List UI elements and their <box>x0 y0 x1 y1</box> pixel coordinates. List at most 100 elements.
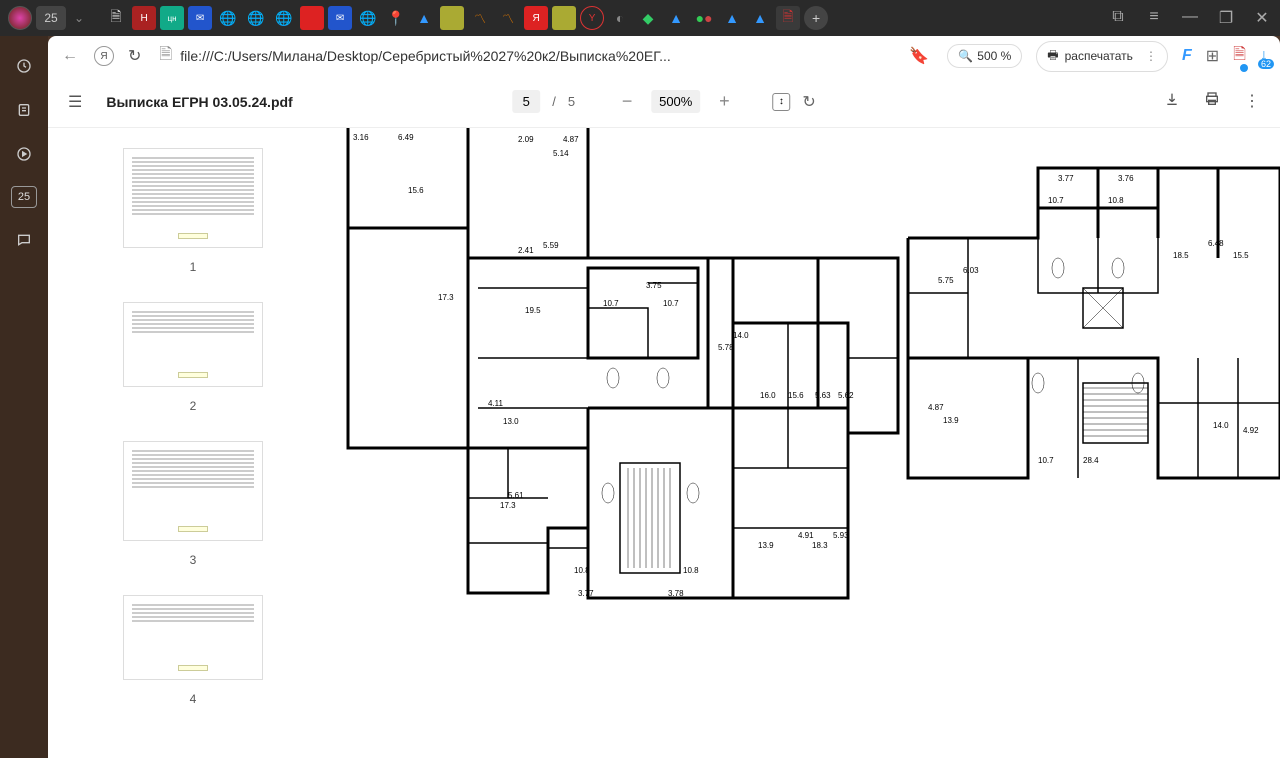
svg-text:2.41: 2.41 <box>518 246 534 255</box>
sidebar-notes-icon[interactable] <box>12 98 36 122</box>
svg-text:4.87: 4.87 <box>928 403 944 412</box>
zoom-out-button[interactable]: − <box>615 91 639 112</box>
zoom-value: 500 % <box>977 49 1011 63</box>
sidebar-tab-count[interactable]: 25 <box>11 186 37 208</box>
svg-text:10.8: 10.8 <box>683 566 699 575</box>
svg-text:18.5: 18.5 <box>1173 251 1189 260</box>
pdf-title: Выписка ЕГРН 03.05.24.pdf <box>106 94 292 110</box>
print-button[interactable]: 🖶 распечатать ⋮ <box>1036 41 1168 72</box>
zoom-indicator[interactable]: 🔍 500 % <box>947 44 1022 68</box>
tab-item[interactable]: ✉ <box>328 6 352 30</box>
svg-text:5.75: 5.75 <box>938 276 954 285</box>
svg-text:5.62: 5.62 <box>838 391 854 400</box>
tab-item[interactable]: Я <box>524 6 548 30</box>
svg-text:15.6: 15.6 <box>408 186 424 195</box>
sidebar-clock-icon[interactable] <box>12 54 36 78</box>
page-thumbnail[interactable] <box>123 441 263 541</box>
kebab-icon[interactable]: ⋮ <box>1145 49 1157 63</box>
svg-text:4.87: 4.87 <box>563 135 579 144</box>
tab-item[interactable]: ◐ <box>608 6 632 30</box>
svg-text:3.76: 3.76 <box>1118 174 1134 183</box>
maximize-button[interactable]: ❐ <box>1216 8 1236 28</box>
page-input[interactable] <box>512 90 540 113</box>
tab-item[interactable]: Y <box>580 6 604 30</box>
tab-item[interactable]: 〽 <box>496 6 520 30</box>
svg-text:17.3: 17.3 <box>500 501 516 510</box>
svg-text:4.92: 4.92 <box>1243 426 1259 435</box>
magnifier-icon: 🔍 <box>958 49 973 63</box>
pdf-page-view[interactable]: 6.49 3.16 2.09 5.14 4.87 2.41 5.59 17.3 … <box>338 128 1280 758</box>
tab-item[interactable]: 〽 <box>468 6 492 30</box>
svg-text:10.7: 10.7 <box>663 299 679 308</box>
tab-item[interactable]: 🌐 <box>356 6 380 30</box>
minimize-button[interactable]: — <box>1180 8 1200 28</box>
zoom-level[interactable]: 500% <box>651 90 700 113</box>
svg-text:2.09: 2.09 <box>518 135 534 144</box>
tab-item[interactable]: 🌐 <box>272 6 296 30</box>
tab-item[interactable]: ●● <box>692 6 716 30</box>
svg-text:3.75: 3.75 <box>646 281 662 290</box>
svg-text:3.16: 3.16 <box>353 133 369 142</box>
extensions-icon[interactable]: ⊞ <box>1206 46 1219 66</box>
tab-item[interactable]: ▲ <box>720 6 744 30</box>
browser-toolbar: ← Я ↻ 🗎 file:///C:/Users/Милана/Desktop/… <box>48 36 1280 76</box>
yandex-home-icon[interactable]: Я <box>94 46 114 66</box>
thumbnail-number: 1 <box>190 260 197 274</box>
tab-item[interactable] <box>300 6 324 30</box>
svg-text:10.7: 10.7 <box>603 299 619 308</box>
tab-dropdown-icon[interactable]: ⌄ <box>70 11 88 25</box>
tab-item[interactable]: цн <box>160 6 184 30</box>
tab-item[interactable]: 🌐 <box>244 6 268 30</box>
pen-icon[interactable]: F <box>1182 47 1192 65</box>
pdf-status-icon[interactable]: 🗎 <box>1233 43 1246 70</box>
page-thumbnail[interactable] <box>123 302 263 387</box>
download-button[interactable] <box>1164 91 1180 112</box>
thumbnail-sidebar[interactable]: 1 2 3 4 <box>48 128 338 758</box>
overlay-icon[interactable]: ⧉ <box>1108 8 1128 28</box>
svg-text:13.9: 13.9 <box>943 416 959 425</box>
svg-text:10.7: 10.7 <box>1038 456 1054 465</box>
tab-item[interactable] <box>552 6 576 30</box>
tab-item[interactable]: ◆ <box>636 6 660 30</box>
page-thumbnail[interactable] <box>123 148 263 248</box>
svg-text:15.5: 15.5 <box>1233 251 1249 260</box>
profile-avatar[interactable] <box>8 6 32 30</box>
downloads-icon[interactable]: ↓ 62 <box>1260 47 1268 65</box>
back-button[interactable]: ← <box>60 47 80 65</box>
svg-text:5.59: 5.59 <box>543 241 559 250</box>
sidebar-toggle-icon[interactable]: ☰ <box>68 92 82 112</box>
tab-item[interactable]: 🗎 <box>104 6 128 30</box>
tab-item[interactable]: ✉ <box>188 6 212 30</box>
tab-item-active[interactable]: 🗎 <box>776 6 800 30</box>
svg-text:5.63: 5.63 <box>815 391 831 400</box>
menu-icon[interactable]: ≡ <box>1144 8 1164 28</box>
page-thumbnail[interactable] <box>123 595 263 680</box>
url-bar[interactable]: 🗎 file:///C:/Users/Милана/Desktop/Серебр… <box>155 41 933 71</box>
tab-item[interactable] <box>440 6 464 30</box>
thumbnail-number: 2 <box>190 399 197 413</box>
svg-text:3.77: 3.77 <box>578 589 594 598</box>
sidebar-play-icon[interactable] <box>12 142 36 166</box>
svg-text:4.91: 4.91 <box>798 531 814 540</box>
close-button[interactable]: ✕ <box>1252 8 1272 28</box>
url-text: file:///C:/Users/Милана/Desktop/Серебрис… <box>180 48 670 64</box>
bookmark-icon[interactable]: 🔖 <box>909 46 929 66</box>
tab-item[interactable]: ▲ <box>412 6 436 30</box>
sidebar-chat-icon[interactable] <box>12 228 36 252</box>
tab-item[interactable]: ▲ <box>664 6 688 30</box>
zoom-in-button[interactable]: + <box>712 91 736 112</box>
svg-text:3.78: 3.78 <box>668 589 684 598</box>
svg-text:16.0: 16.0 <box>760 391 776 400</box>
fit-page-button[interactable]: ↕ <box>772 93 790 111</box>
tab-item[interactable]: 📍 <box>384 6 408 30</box>
tab-item[interactable]: ▲ <box>748 6 772 30</box>
print-pdf-button[interactable] <box>1204 91 1220 112</box>
svg-text:28.4: 28.4 <box>1083 456 1099 465</box>
tab-item[interactable]: H <box>132 6 156 30</box>
rotate-button[interactable]: ↻ <box>802 92 815 112</box>
more-menu-button[interactable]: ⋮ <box>1244 91 1260 112</box>
tab-item[interactable]: 🌐 <box>216 6 240 30</box>
tab-count[interactable]: 25 <box>36 6 66 30</box>
new-tab-button[interactable]: + <box>804 6 828 30</box>
reload-button[interactable]: ↻ <box>128 46 141 66</box>
